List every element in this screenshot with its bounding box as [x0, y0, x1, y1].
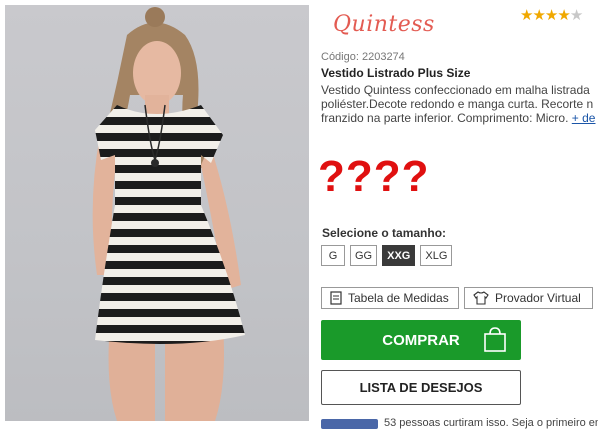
document-icon — [330, 291, 342, 305]
star-empty-icon: ★ — [569, 7, 583, 24]
buy-button[interactable]: COMPRAR — [321, 320, 521, 360]
description-line: poliéster.Decote redondo e manga curta. … — [321, 97, 594, 111]
size-selector: G GG XXG XLG — [321, 245, 453, 266]
virtual-fitting-label: Provador Virtual — [495, 291, 581, 305]
product-photo[interactable] — [5, 5, 309, 421]
virtual-fitting-button[interactable]: Provador Virtual — [464, 287, 593, 309]
size-option-xxg[interactable]: XXG — [382, 245, 416, 266]
product-title: Vestido Listrado Plus Size — [321, 66, 471, 80]
size-option-gg[interactable]: GG — [350, 245, 378, 266]
star-icon: ★ — [544, 7, 558, 24]
star-icon: ★ — [532, 7, 545, 24]
size-option-xlg[interactable]: XLG — [420, 245, 453, 266]
size-table-button[interactable]: Tabela de Medidas — [321, 287, 459, 309]
star-icon: ★ — [557, 7, 570, 24]
shopping-bag-icon — [484, 327, 506, 352]
model-dress-illustration — [92, 7, 245, 421]
description-line: Vestido Quintess confeccionado em malha … — [321, 83, 590, 97]
buy-label: COMPRAR — [382, 331, 460, 349]
size-selector-label: Selecione o tamanho: — [322, 226, 447, 240]
read-more-link[interactable]: + de — [572, 111, 596, 125]
star-icon: ★ — [520, 7, 533, 24]
size-option-g[interactable]: G — [321, 245, 345, 266]
rating-stars[interactable]: ★★★★★ — [520, 6, 583, 24]
social-like-text: 53 pessoas curtiram isso. Seja o primeir… — [384, 417, 598, 429]
brand-logo: Quintess — [333, 12, 435, 37]
price-placeholder: ???? — [318, 152, 430, 201]
wishlist-button[interactable]: LISTA DE DESEJOS — [321, 370, 521, 405]
description-line: franzido na parte inferior. Comprimento:… — [321, 111, 598, 125]
product-description: Vestido Quintess confeccionado em malha … — [321, 83, 598, 125]
product-code: Código: 2203274 — [321, 51, 405, 63]
description-text: franzido na parte inferior. Comprimento:… — [321, 111, 569, 125]
shirt-icon — [473, 291, 489, 305]
facebook-like-button[interactable] — [321, 419, 378, 429]
size-table-label: Tabela de Medidas — [348, 291, 449, 305]
